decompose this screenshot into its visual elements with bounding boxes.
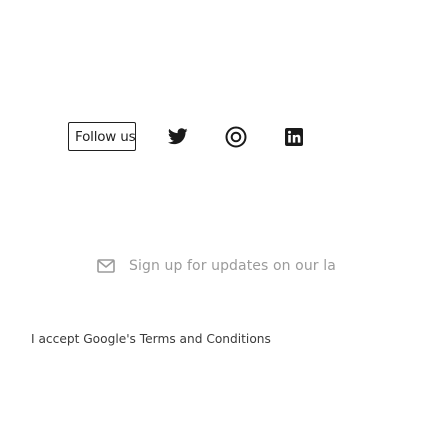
- instagram-link[interactable]: [225, 126, 247, 148]
- follow-us-label: Follow us: [68, 122, 136, 151]
- twitter-link[interactable]: [167, 126, 189, 148]
- twitter-icon: [168, 128, 188, 145]
- newsletter-signup[interactable]: Sign up for updates on our la: [97, 254, 448, 278]
- linkedin-link[interactable]: [283, 126, 305, 148]
- terms-consent-text[interactable]: I accept Google's Terms and Conditions: [31, 332, 441, 346]
- instagram-icon: [225, 126, 247, 148]
- signup-text: Sign up for updates on our la: [129, 258, 336, 274]
- social-links: [167, 126, 305, 148]
- mail-icon: [97, 259, 115, 273]
- page: Follow us Sign up for updates on our la …: [0, 0, 448, 448]
- follow-section: Follow us: [68, 122, 305, 151]
- linkedin-icon: [285, 127, 303, 146]
